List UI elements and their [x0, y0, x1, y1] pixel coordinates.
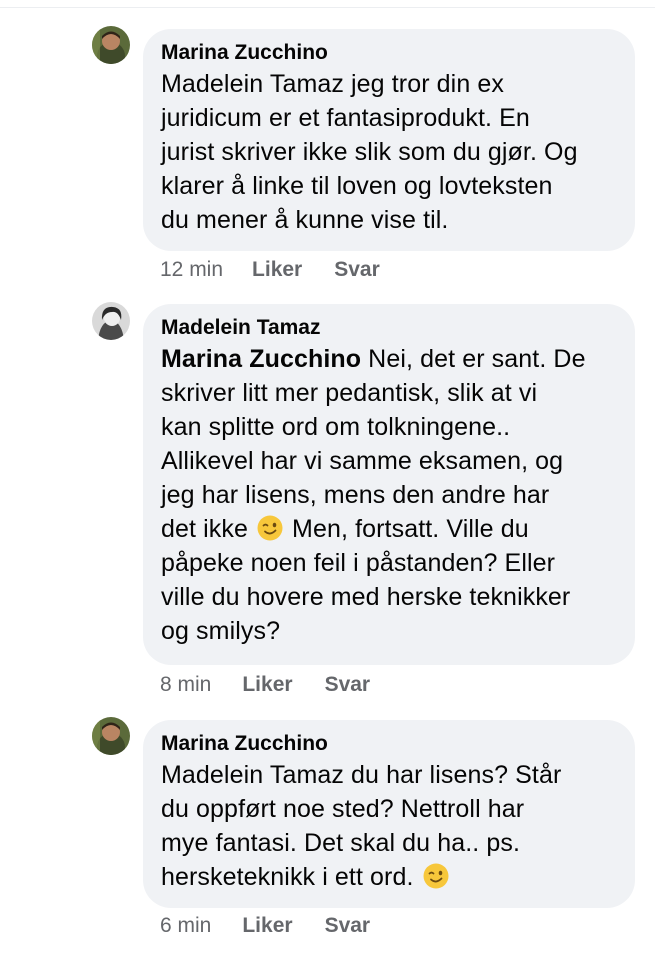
top-divider: [0, 7, 655, 8]
text-line: Allikevel har vi samme eksamen, og: [161, 447, 564, 475]
comment-text: Madelein Tamaz du har lisens? Står du op…: [161, 758, 617, 894]
avatar-marina-zucchino[interactable]: [92, 717, 130, 755]
comment-timestamp[interactable]: 12 min: [160, 258, 223, 282]
text-line: hersketeknikk i ett ord.: [161, 860, 617, 894]
comment-timestamp[interactable]: 8 min: [160, 673, 211, 697]
text-fragment: Nei, det er sant. De: [361, 345, 586, 373]
like-button[interactable]: Liker: [242, 914, 292, 938]
text-fragment: hersketeknikk i ett ord.: [161, 863, 414, 891]
comment-author[interactable]: Madelein Tamaz: [161, 316, 617, 340]
reply-button[interactable]: Svar: [334, 258, 380, 282]
comment-timestamp[interactable]: 6 min: [160, 914, 211, 938]
mention-link[interactable]: Marina Zucchino: [161, 345, 361, 373]
comment-bubble: Marina Zucchino Madelein Tamaz jeg tror …: [143, 29, 635, 251]
text-fragment: det ikke: [161, 515, 248, 543]
text-line: juridicum er et fantasiprodukt. En: [161, 104, 530, 132]
text-line: kan splitte ord om tolkningene..: [161, 413, 511, 441]
comment-meta: 6 min Liker Svar: [160, 914, 370, 938]
comment-bubble: Madelein Tamaz Marina Zucchino Nei, det …: [143, 304, 635, 665]
text-line: Madelein Tamaz du har lisens? Står: [161, 761, 562, 789]
text-line: Marina Zucchino Nei, det er sant. De: [161, 342, 617, 376]
reply-button[interactable]: Svar: [325, 673, 371, 697]
comment-author[interactable]: Marina Zucchino: [161, 41, 617, 65]
text-line: du oppført noe sted? Nettroll har: [161, 795, 525, 823]
text-line: og smilys?: [161, 617, 281, 645]
reply-button[interactable]: Svar: [325, 914, 371, 938]
comment-meta: 12 min Liker Svar: [160, 258, 380, 282]
text-line: du mener å kunne vise til.: [161, 206, 449, 234]
text-line: jeg har lisens, mens den andre har: [161, 481, 550, 509]
comment-text: Marina Zucchino Nei, det er sant. De skr…: [161, 342, 617, 648]
comment-text: Madelein Tamaz jeg tror din ex juridicum…: [161, 67, 617, 237]
comment-author[interactable]: Marina Zucchino: [161, 732, 617, 756]
winking-face-emoji-icon: [423, 863, 449, 889]
comment-bubble: Marina Zucchino Madelein Tamaz du har li…: [143, 720, 635, 908]
text-line: det ikke Men, fortsatt. Ville du: [161, 512, 617, 546]
text-line: ville du hovere med herske teknikker: [161, 583, 571, 611]
text-line: jurist skriver ikke slik som du gjør. Og: [161, 138, 578, 166]
like-button[interactable]: Liker: [252, 258, 302, 282]
text-line: skriver litt mer pedantisk, slik at vi: [161, 379, 538, 407]
text-line: klarer å linke til loven og lovteksten: [161, 172, 553, 200]
winking-face-emoji-icon: [257, 515, 283, 541]
like-button[interactable]: Liker: [242, 673, 292, 697]
text-line: Madelein Tamaz jeg tror din ex: [161, 70, 504, 98]
avatar-madelein-tamaz[interactable]: [92, 302, 130, 340]
avatar-marina-zucchino[interactable]: [92, 26, 130, 64]
text-fragment: Men, fortsatt. Ville du: [285, 515, 529, 543]
text-line: mye fantasi. Det skal du ha.. ps.: [161, 829, 521, 857]
comment-meta: 8 min Liker Svar: [160, 673, 370, 697]
text-line: påpeke noen feil i påstanden? Eller: [161, 549, 556, 577]
